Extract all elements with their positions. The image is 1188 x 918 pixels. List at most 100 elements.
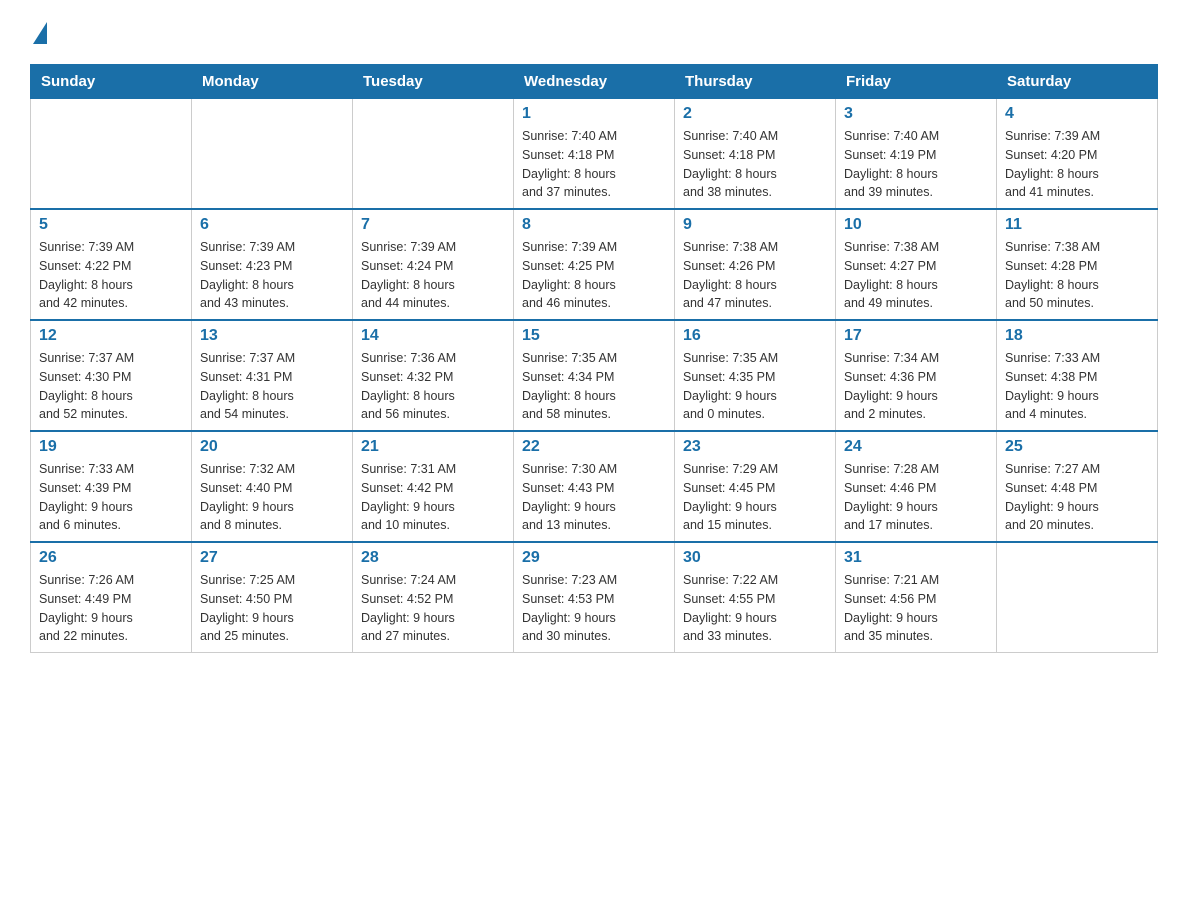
calendar-cell: 16 Sunrise: 7:35 AM Sunset: 4:35 PM Dayli… [675, 320, 836, 431]
day-number: 24 [844, 438, 988, 456]
day-number: 20 [200, 438, 344, 456]
day-number: 8 [522, 216, 666, 234]
day-number: 9 [683, 216, 827, 234]
day-info: Sunrise: 7:36 AM Sunset: 4:32 PM Dayligh… [361, 349, 505, 424]
calendar-cell [192, 99, 353, 210]
calendar-cell: 27 Sunrise: 7:25 AM Sunset: 4:50 PM Dayli… [192, 542, 353, 653]
day-info: Sunrise: 7:33 AM Sunset: 4:39 PM Dayligh… [39, 460, 183, 535]
calendar-cell: 29Sunrise: 7:23 AM Sunset: 4:53 PM Dayli… [514, 542, 675, 653]
calendar-cell: 22 Sunrise: 7:30 AM Sunset: 4:43 PM Dayli… [514, 431, 675, 542]
weekday-header-monday: Monday [192, 65, 353, 99]
day-number: 18 [1005, 327, 1149, 345]
day-number: 31 [844, 549, 988, 567]
day-number: 5 [39, 216, 183, 234]
day-number: 30 [683, 549, 827, 567]
day-info: Sunrise: 7:26 AM Sunset: 4:49 PM Dayligh… [39, 571, 183, 646]
calendar-cell [997, 542, 1158, 653]
day-number: 26 [39, 549, 183, 567]
day-info: Sunrise: 7:21 AM Sunset: 4:56 PM Dayligh… [844, 571, 988, 646]
day-info: Sunrise: 7:38 AM Sunset: 4:27 PM Dayligh… [844, 238, 988, 313]
day-number: 13 [200, 327, 344, 345]
calendar-cell: 19 Sunrise: 7:33 AM Sunset: 4:39 PM Dayli… [31, 431, 192, 542]
day-number: 12 [39, 327, 183, 345]
calendar-cell: 18 Sunrise: 7:33 AM Sunset: 4:38 PM Dayli… [997, 320, 1158, 431]
day-info: Sunrise: 7:38 AM Sunset: 4:28 PM Dayligh… [1005, 238, 1149, 313]
weekday-header-saturday: Saturday [997, 65, 1158, 99]
weekday-header-thursday: Thursday [675, 65, 836, 99]
calendar-cell: 11 Sunrise: 7:38 AM Sunset: 4:28 PM Dayli… [997, 209, 1158, 320]
day-info: Sunrise: 7:31 AM Sunset: 4:42 PM Dayligh… [361, 460, 505, 535]
calendar-cell: 15 Sunrise: 7:35 AM Sunset: 4:34 PM Dayli… [514, 320, 675, 431]
calendar-cell: 17 Sunrise: 7:34 AM Sunset: 4:36 PM Dayli… [836, 320, 997, 431]
day-info: Sunrise: 7:38 AM Sunset: 4:26 PM Dayligh… [683, 238, 827, 313]
calendar-cell: 6 Sunrise: 7:39 AM Sunset: 4:23 PM Daylig… [192, 209, 353, 320]
day-number: 19 [39, 438, 183, 456]
day-info: Sunrise: 7:37 AM Sunset: 4:31 PM Dayligh… [200, 349, 344, 424]
page-header [30, 20, 1158, 44]
day-number: 15 [522, 327, 666, 345]
calendar-cell: 13 Sunrise: 7:37 AM Sunset: 4:31 PM Dayli… [192, 320, 353, 431]
day-info: Sunrise: 7:23 AM Sunset: 4:53 PM Dayligh… [522, 571, 666, 646]
calendar-week-row: 5Sunrise: 7:39 AM Sunset: 4:22 PM Daylig… [31, 209, 1158, 320]
weekday-header-row: SundayMondayTuesdayWednesdayThursdayFrid… [31, 65, 1158, 99]
weekday-header-friday: Friday [836, 65, 997, 99]
day-number: 16 [683, 327, 827, 345]
day-info: Sunrise: 7:28 AM Sunset: 4:46 PM Dayligh… [844, 460, 988, 535]
calendar-cell: 1Sunrise: 7:40 AM Sunset: 4:18 PM Daylig… [514, 99, 675, 210]
day-info: Sunrise: 7:40 AM Sunset: 4:18 PM Dayligh… [522, 127, 666, 202]
calendar-cell: 2 Sunrise: 7:40 AM Sunset: 4:18 PM Daylig… [675, 99, 836, 210]
day-number: 23 [683, 438, 827, 456]
calendar-cell: 25 Sunrise: 7:27 AM Sunset: 4:48 PM Dayli… [997, 431, 1158, 542]
calendar-week-row: 1Sunrise: 7:40 AM Sunset: 4:18 PM Daylig… [31, 99, 1158, 210]
calendar-cell: 14Sunrise: 7:36 AM Sunset: 4:32 PM Dayli… [353, 320, 514, 431]
day-info: Sunrise: 7:39 AM Sunset: 4:23 PM Dayligh… [200, 238, 344, 313]
day-info: Sunrise: 7:24 AM Sunset: 4:52 PM Dayligh… [361, 571, 505, 646]
day-info: Sunrise: 7:40 AM Sunset: 4:18 PM Dayligh… [683, 127, 827, 202]
day-info: Sunrise: 7:37 AM Sunset: 4:30 PM Dayligh… [39, 349, 183, 424]
calendar-cell: 9 Sunrise: 7:38 AM Sunset: 4:26 PM Daylig… [675, 209, 836, 320]
calendar-cell: 5Sunrise: 7:39 AM Sunset: 4:22 PM Daylig… [31, 209, 192, 320]
logo-triangle-icon [33, 22, 47, 44]
day-info: Sunrise: 7:34 AM Sunset: 4:36 PM Dayligh… [844, 349, 988, 424]
logo [30, 20, 49, 44]
day-info: Sunrise: 7:30 AM Sunset: 4:43 PM Dayligh… [522, 460, 666, 535]
weekday-header-sunday: Sunday [31, 65, 192, 99]
weekday-header-wednesday: Wednesday [514, 65, 675, 99]
day-number: 25 [1005, 438, 1149, 456]
calendar-week-row: 26 Sunrise: 7:26 AM Sunset: 4:49 PM Dayli… [31, 542, 1158, 653]
calendar-cell: 23 Sunrise: 7:29 AM Sunset: 4:45 PM Dayli… [675, 431, 836, 542]
day-info: Sunrise: 7:27 AM Sunset: 4:48 PM Dayligh… [1005, 460, 1149, 535]
day-number: 17 [844, 327, 988, 345]
day-info: Sunrise: 7:39 AM Sunset: 4:25 PM Dayligh… [522, 238, 666, 313]
calendar-cell: 28 Sunrise: 7:24 AM Sunset: 4:52 PM Dayli… [353, 542, 514, 653]
calendar-cell: 26 Sunrise: 7:26 AM Sunset: 4:49 PM Dayli… [31, 542, 192, 653]
day-info: Sunrise: 7:33 AM Sunset: 4:38 PM Dayligh… [1005, 349, 1149, 424]
day-number: 22 [522, 438, 666, 456]
day-number: 3 [844, 105, 988, 123]
day-number: 28 [361, 549, 505, 567]
day-info: Sunrise: 7:39 AM Sunset: 4:24 PM Dayligh… [361, 238, 505, 313]
day-number: 4 [1005, 105, 1149, 123]
day-info: Sunrise: 7:29 AM Sunset: 4:45 PM Dayligh… [683, 460, 827, 535]
day-number: 6 [200, 216, 344, 234]
day-info: Sunrise: 7:40 AM Sunset: 4:19 PM Dayligh… [844, 127, 988, 202]
day-number: 27 [200, 549, 344, 567]
calendar-cell: 12 Sunrise: 7:37 AM Sunset: 4:30 PM Dayli… [31, 320, 192, 431]
calendar-week-row: 19 Sunrise: 7:33 AM Sunset: 4:39 PM Dayli… [31, 431, 1158, 542]
day-info: Sunrise: 7:25 AM Sunset: 4:50 PM Dayligh… [200, 571, 344, 646]
weekday-header-tuesday: Tuesday [353, 65, 514, 99]
day-number: 2 [683, 105, 827, 123]
calendar-table: SundayMondayTuesdayWednesdayThursdayFrid… [30, 64, 1158, 653]
calendar-week-row: 12 Sunrise: 7:37 AM Sunset: 4:30 PM Dayli… [31, 320, 1158, 431]
calendar-cell: 10Sunrise: 7:38 AM Sunset: 4:27 PM Dayli… [836, 209, 997, 320]
calendar-cell: 7Sunrise: 7:39 AM Sunset: 4:24 PM Daylig… [353, 209, 514, 320]
calendar-cell: 3 Sunrise: 7:40 AM Sunset: 4:19 PM Daylig… [836, 99, 997, 210]
day-info: Sunrise: 7:35 AM Sunset: 4:34 PM Dayligh… [522, 349, 666, 424]
day-number: 11 [1005, 216, 1149, 234]
calendar-cell: 21 Sunrise: 7:31 AM Sunset: 4:42 PM Dayli… [353, 431, 514, 542]
calendar-cell: 24 Sunrise: 7:28 AM Sunset: 4:46 PM Dayli… [836, 431, 997, 542]
day-number: 21 [361, 438, 505, 456]
day-info: Sunrise: 7:39 AM Sunset: 4:20 PM Dayligh… [1005, 127, 1149, 202]
day-info: Sunrise: 7:35 AM Sunset: 4:35 PM Dayligh… [683, 349, 827, 424]
day-info: Sunrise: 7:32 AM Sunset: 4:40 PM Dayligh… [200, 460, 344, 535]
